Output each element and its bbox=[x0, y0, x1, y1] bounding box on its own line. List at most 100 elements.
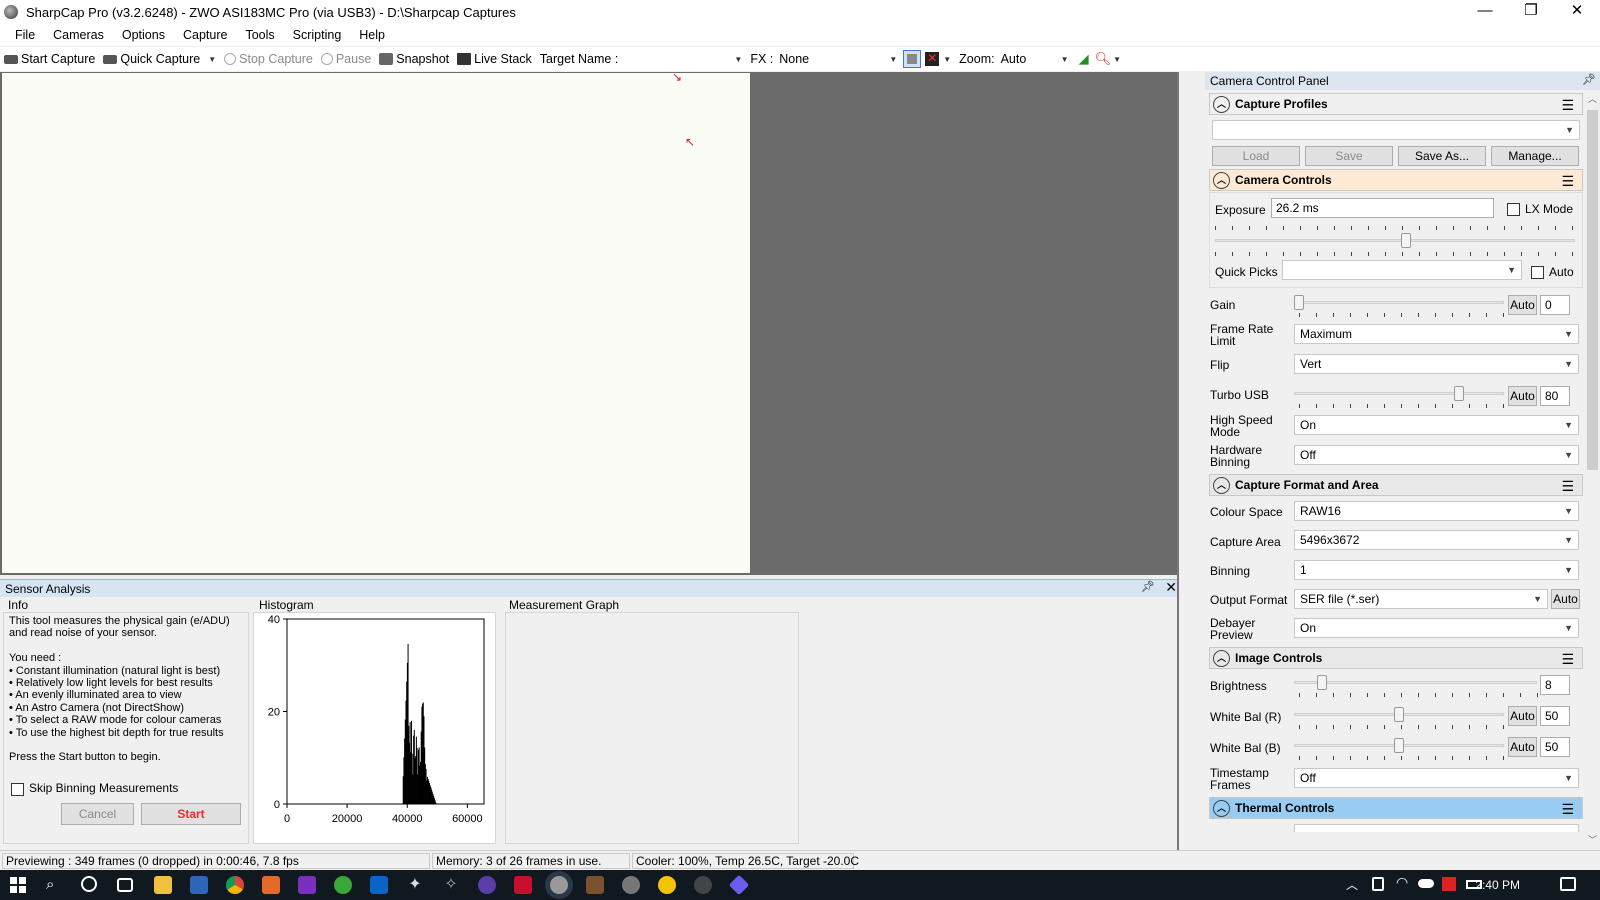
visio-icon[interactable] bbox=[190, 876, 208, 894]
skip-binning-checkbox[interactable] bbox=[11, 783, 24, 796]
task-view-icon[interactable] bbox=[117, 878, 133, 892]
menu-icon[interactable]: ☰ bbox=[1561, 97, 1574, 114]
collapse-chevron-icon[interactable]: ︿ bbox=[1213, 171, 1230, 189]
thermal-controls-header[interactable]: ︿ Thermal Controls ☰ bbox=[1209, 797, 1583, 819]
wb-r-slider[interactable] bbox=[1294, 707, 1504, 723]
gain-auto-button[interactable]: Auto bbox=[1508, 295, 1537, 315]
histogram-icon[interactable]: ◢ bbox=[1079, 51, 1089, 67]
load-profile-button[interactable]: Load bbox=[1212, 146, 1300, 166]
telescope-app-icon[interactable] bbox=[622, 876, 640, 894]
gain-slider[interactable] bbox=[1294, 295, 1504, 311]
star-app-icon[interactable]: ✦ bbox=[406, 876, 424, 894]
notifications-icon[interactable] bbox=[1560, 877, 1576, 891]
chevron-down-icon[interactable]: ▼ bbox=[1113, 55, 1121, 64]
antivirus-tray-icon[interactable] bbox=[1442, 877, 1456, 891]
slider-thumb[interactable] bbox=[1317, 675, 1328, 690]
exposure-slider[interactable] bbox=[1215, 233, 1575, 249]
maximize-button[interactable]: ❐ bbox=[1508, 0, 1554, 24]
pause-button[interactable]: Pause bbox=[320, 52, 371, 66]
brightness-input[interactable]: 8 bbox=[1540, 675, 1570, 695]
capture-profile-dropdown[interactable]: ▼ bbox=[1212, 120, 1580, 140]
start-button[interactable]: Start bbox=[141, 803, 241, 825]
slider-thumb[interactable] bbox=[1394, 707, 1404, 722]
capture-profiles-header[interactable]: ︿ Capture Profiles ☰ bbox=[1209, 93, 1583, 115]
cancel-button[interactable]: Cancel bbox=[61, 803, 134, 825]
device-tray-icon[interactable] bbox=[1372, 877, 1384, 891]
hw-binning-dropdown[interactable]: Off ▼ bbox=[1294, 445, 1579, 465]
camera-preview-image[interactable]: ↘ ↖ bbox=[2, 70, 750, 573]
pin-icon[interactable]: 📌︎ bbox=[1141, 580, 1155, 593]
file-explorer-icon[interactable] bbox=[154, 876, 172, 894]
close-icon[interactable]: ✕ bbox=[1165, 579, 1177, 596]
menu-options[interactable]: Options bbox=[113, 28, 174, 42]
slider-thumb[interactable] bbox=[1454, 386, 1464, 401]
wb-b-slider[interactable] bbox=[1294, 738, 1504, 754]
gain-input[interactable]: 0 bbox=[1540, 295, 1570, 315]
colour-space-dropdown[interactable]: RAW16 ▼ bbox=[1294, 501, 1579, 521]
crosshair-button[interactable]: ✕ bbox=[925, 52, 940, 66]
norton-icon[interactable] bbox=[658, 876, 676, 894]
display-mode-button[interactable] bbox=[903, 50, 922, 68]
outlook-icon[interactable] bbox=[370, 876, 388, 894]
search-icon[interactable]: ⌕ bbox=[46, 876, 64, 894]
fx-combo[interactable]: None ▼ bbox=[777, 50, 899, 68]
chrome-icon[interactable] bbox=[226, 876, 244, 894]
snapshot-button[interactable]: Snapshot bbox=[379, 52, 449, 66]
quick-picks-dropdown[interactable]: ▼ bbox=[1282, 260, 1522, 280]
save-as-profile-button[interactable]: Save As... bbox=[1398, 146, 1486, 166]
onedrive-icon[interactable] bbox=[1418, 879, 1434, 888]
chevron-down-icon[interactable]: ﹀ bbox=[1588, 833, 1597, 846]
timestamp-dropdown[interactable]: Off ▼ bbox=[1294, 768, 1579, 788]
menu-scripting[interactable]: Scripting bbox=[284, 28, 351, 42]
asi-studio-icon[interactable] bbox=[694, 876, 712, 894]
scrollbar-thumb[interactable] bbox=[1587, 110, 1598, 470]
menu-tools[interactable]: Tools bbox=[236, 28, 283, 42]
capture-format-header[interactable]: ︿ Capture Format and Area ☰ bbox=[1209, 474, 1583, 496]
wb-b-auto-button[interactable]: Auto bbox=[1508, 737, 1537, 757]
chevron-down-icon[interactable]: ▼ bbox=[943, 55, 951, 64]
gem-app-icon[interactable] bbox=[728, 874, 750, 896]
menu-file[interactable]: File bbox=[6, 28, 44, 42]
output-auto-button[interactable]: Auto bbox=[1551, 589, 1580, 609]
show-hidden-icons[interactable]: ︿ bbox=[1346, 876, 1358, 893]
exposure-input[interactable]: 26.2 ms bbox=[1271, 198, 1494, 218]
flip-dropdown[interactable]: Vert ▼ bbox=[1294, 354, 1579, 374]
app-icon[interactable] bbox=[586, 876, 604, 894]
menu-icon[interactable]: ☰ bbox=[1561, 801, 1574, 818]
save-profile-button[interactable]: Save bbox=[1305, 146, 1393, 166]
camera-controls-header[interactable]: ︿ Camera Controls ☰ bbox=[1209, 169, 1583, 191]
chevron-up-icon[interactable]: ︿ bbox=[1588, 92, 1597, 105]
zoom-magnifier-icon[interactable]: 🔍︎ bbox=[1095, 51, 1112, 67]
collapse-chevron-icon[interactable]: ︿ bbox=[1213, 799, 1230, 817]
minimize-button[interactable]: — bbox=[1462, 0, 1508, 24]
panel-splitter[interactable] bbox=[1177, 72, 1205, 850]
menu-cameras[interactable]: Cameras bbox=[44, 28, 113, 42]
binning-dropdown[interactable]: 1 ▼ bbox=[1294, 560, 1579, 580]
stellarium-icon[interactable] bbox=[478, 876, 496, 894]
live-stack-button[interactable]: Live Stack bbox=[457, 52, 532, 66]
slider-thumb[interactable] bbox=[1294, 295, 1304, 310]
image-controls-header[interactable]: ︿ Image Controls ☰ bbox=[1209, 647, 1583, 669]
turbo-input[interactable]: 80 bbox=[1540, 386, 1570, 406]
windows-start-icon[interactable] bbox=[10, 877, 26, 893]
collapse-chevron-icon[interactable]: ︿ bbox=[1213, 649, 1230, 667]
slider-thumb[interactable] bbox=[1394, 738, 1404, 753]
target-name-combo[interactable]: ▼ bbox=[622, 50, 744, 68]
collapse-chevron-icon[interactable]: ︿ bbox=[1213, 476, 1230, 494]
lock-app-icon[interactable] bbox=[262, 876, 280, 894]
exposure-auto-checkbox[interactable] bbox=[1531, 266, 1544, 279]
start-capture-button[interactable]: Start Capture bbox=[4, 52, 95, 66]
wifi-icon[interactable]: ◠ bbox=[1396, 874, 1408, 891]
menu-icon[interactable]: ☰ bbox=[1561, 173, 1574, 190]
chevron-down-icon[interactable]: ▼ bbox=[208, 55, 216, 64]
satellite-app-icon[interactable]: ✧ bbox=[442, 876, 460, 894]
acrobat-icon[interactable] bbox=[514, 876, 532, 894]
debayer-dropdown[interactable]: On ▼ bbox=[1294, 618, 1579, 638]
turbo-auto-button[interactable]: Auto bbox=[1508, 386, 1537, 406]
brightness-slider[interactable] bbox=[1294, 675, 1537, 691]
menu-capture[interactable]: Capture bbox=[174, 28, 236, 42]
menu-help[interactable]: Help bbox=[350, 28, 394, 42]
pin-icon[interactable]: 📌︎ bbox=[1582, 73, 1596, 86]
wb-r-auto-button[interactable]: Auto bbox=[1508, 706, 1537, 726]
close-button[interactable]: ✕ bbox=[1554, 0, 1600, 24]
